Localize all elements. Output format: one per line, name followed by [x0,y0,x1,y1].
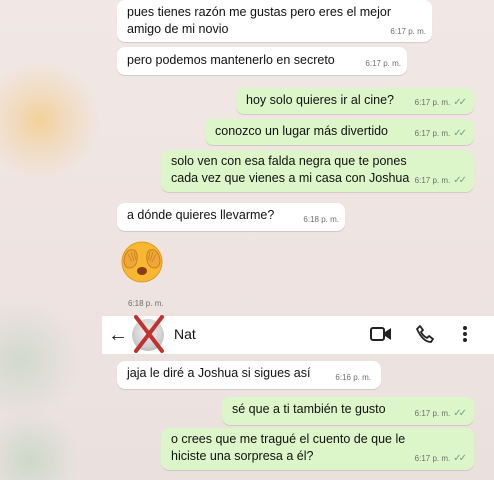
message-text: a dónde quieres llevarme? [127,208,275,222]
message-text: sé que a ti también te gusto [232,402,386,416]
double-check-icon: ✓✓ [453,175,467,186]
message-text: pero podemos mantenerlo en secreto [127,53,335,67]
message-time: 6:18 p. m. [128,299,164,308]
message-time: 6:17 p. m. [414,176,451,185]
message-time: 6:17 p. m. [414,98,451,107]
message-bubble-incoming[interactable]: pero podemos mantenerlo en secreto 6:17 … [117,47,407,75]
message-status: 6:17 p. m. ✓✓ [414,405,467,422]
message-bubble-incoming[interactable]: a dónde quieres llevarme? 6:18 p. m. [117,203,345,231]
message-status: 6:17 p. m. ✓✓ [414,94,467,111]
message-bubble-outgoing[interactable]: sé que a ti también te gusto 6:17 p. m. ✓… [222,397,474,425]
more-vertical-icon[interactable] [462,325,468,343]
double-check-icon: ✓✓ [453,97,467,108]
message-text: pues tienes razón me gustas pero eres el… [127,5,392,36]
message-text: solo ven con esa falda negra que te pone… [171,154,410,185]
message-bubble-incoming[interactable]: jaja le diré a Joshua si sigues así 6:16… [117,361,381,389]
message-time: 6:17 p. m. [365,59,401,68]
message-status: 6:17 p. m. ✓✓ [414,172,467,189]
message-time: 6:17 p. m. [414,454,451,463]
message-bubble-incoming[interactable]: pues tienes razón me gustas pero eres el… [117,0,432,42]
message-time: 6:17 p. m. [414,129,451,138]
cross-out-icon [134,315,164,353]
double-check-icon: ✓✓ [453,453,467,464]
message-bubble-outgoing[interactable]: solo ven con esa falda negra que te pone… [161,150,474,192]
message-bubble-outgoing[interactable]: conozco un lugar más divertido 6:17 p. m… [205,119,474,145]
double-check-icon: ✓✓ [453,128,467,139]
message-text: conozco un lugar más divertido [215,124,389,138]
message-status: 6:17 p. m. ✓✓ [414,125,467,142]
contact-name[interactable]: Nat [174,326,196,342]
double-check-icon: ✓✓ [453,408,467,419]
phone-icon[interactable] [416,325,434,343]
message-text: hoy solo quieres ir al cine? [246,93,394,107]
back-arrow-icon[interactable]: ← [108,324,128,347]
avatar[interactable] [132,315,164,353]
message-time: 6:17 p. m. [390,27,426,36]
message-status: 6:17 p. m. ✓✓ [414,450,467,467]
message-text: o crees que me tragué el cuento de que l… [171,432,406,463]
video-call-icon[interactable] [370,325,392,343]
message-bubble-outgoing[interactable]: o crees que me tragué el cuento de que l… [161,428,474,470]
message-time: 6:18 p. m. [303,215,339,224]
message-bubble-outgoing[interactable]: hoy solo quieres ir al cine? 6:17 p. m. ✓… [236,88,474,114]
message-time: 6:17 p. m. [414,409,451,418]
message-text: jaja le diré a Joshua si sigues así [127,366,311,380]
face-hiding-eyes-emoji[interactable] [120,240,164,284]
chat-header: ← Nat [102,315,494,354]
message-time: 6:16 p. m. [335,373,371,382]
